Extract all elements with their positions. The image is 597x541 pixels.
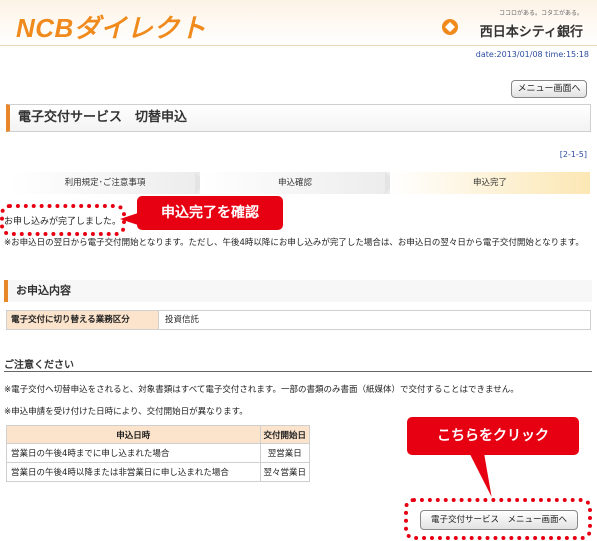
table-row: 営業日の午後4時までに申し込まれた場合 翌営業日: [6, 443, 310, 463]
caution-line-1: ※電子交付へ切替申込をされると、対象書類はすべて電子交付されます。一部の書類のみ…: [4, 385, 519, 395]
page-title: 電子交付サービス 切替申込: [6, 104, 591, 132]
step-number: [2-1-5]: [559, 150, 587, 159]
bank-mark-icon: [442, 19, 458, 35]
section-title: お申込内容: [4, 280, 592, 302]
header-application-time: 申込日時: [6, 425, 261, 444]
business-category-label: 電子交付に切り替える業務区分: [7, 311, 159, 329]
caution-heading: ご注意ください: [4, 356, 592, 372]
table-header-row: 申込日時 交付開始日: [6, 425, 310, 444]
step-terms: 利用規定･ご注意事項: [10, 172, 200, 194]
menu-button[interactable]: メニュー画面へ: [511, 80, 587, 98]
row-condition: 営業日の午後4時以降または非営業日に申し込まれた場合: [6, 462, 261, 482]
ncb-direct-logo[interactable]: NCBダイレクト: [16, 8, 206, 45]
start-date-table: 申込日時 交付開始日 営業日の午後4時までに申し込まれた場合 翌営業日 営業日の…: [6, 425, 310, 482]
callout-pointer-icon: [120, 213, 138, 225]
bank-tagline: ココロがある。コタエがある。: [498, 10, 583, 17]
bank-logo: ココロがある。コタエがある。 西日本シティ銀行: [437, 8, 587, 42]
step-confirm: 申込確認: [200, 172, 390, 194]
row-condition: 営業日の午後4時までに申し込まれた場合: [6, 443, 261, 463]
business-category-value: 投資信託: [165, 315, 200, 325]
row-start-date: 翌営業日: [259, 443, 310, 463]
login-datetime: date:2013/01/08 time:15:18: [475, 50, 589, 59]
table-row: 営業日の午後4時以降または非営業日に申し込まれた場合 翌々営業日: [6, 462, 310, 482]
button-highlight-ring: [404, 498, 592, 540]
bank-name: 西日本シティ銀行: [479, 25, 583, 40]
start-notice: ※お申込日の翌日から電子交付開始となります。ただし、午後4時以降にお申し込みが完…: [4, 238, 584, 248]
callout-pointer-icon: [470, 455, 500, 497]
application-details: 電子交付に切り替える業務区分 投資信託: [6, 310, 591, 330]
header-start-date: 交付開始日: [259, 425, 310, 444]
step-complete: 申込完了: [390, 172, 590, 194]
completion-highlight-ring: [0, 204, 126, 236]
site-header: NCBダイレクト ココロがある。コタエがある。 西日本シティ銀行: [0, 0, 597, 46]
callout-confirm: 申込完了を確認: [137, 196, 283, 230]
caution-line-2: ※申込申請を受け付けた日時により、交付開始日が異なります。: [4, 407, 248, 417]
callout-click: こちらをクリック: [407, 417, 579, 455]
progress-steps: 利用規定･ご注意事項 申込確認 申込完了: [0, 172, 597, 194]
row-start-date: 翌々営業日: [259, 462, 310, 482]
